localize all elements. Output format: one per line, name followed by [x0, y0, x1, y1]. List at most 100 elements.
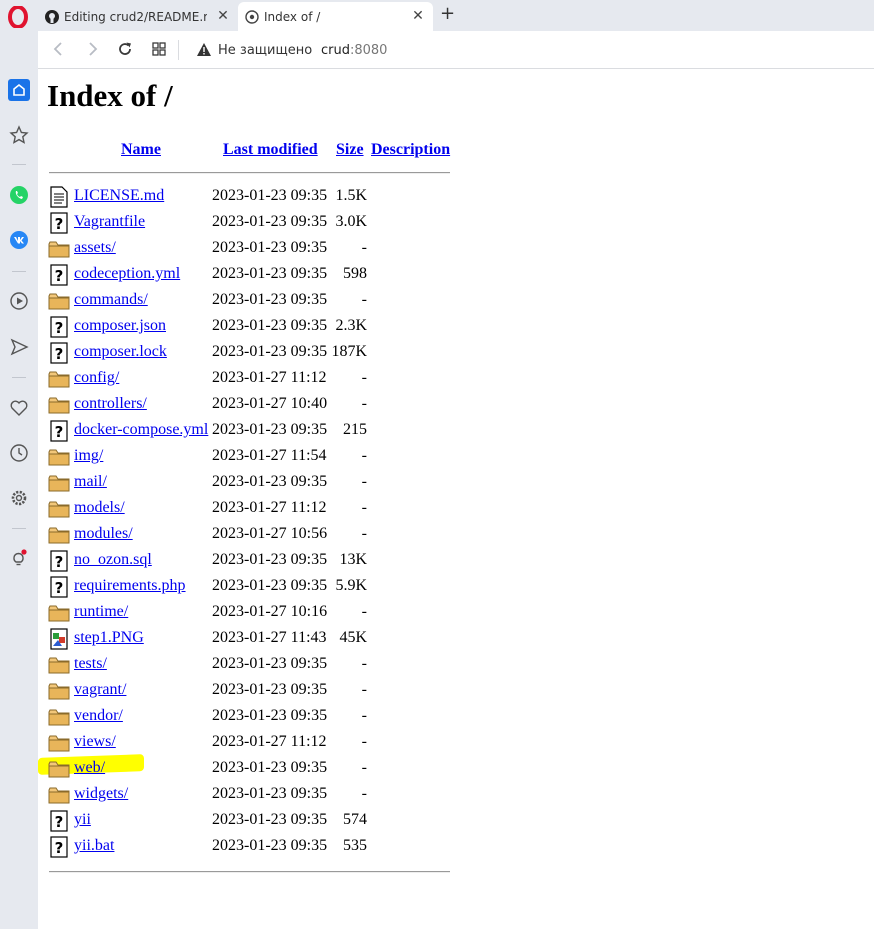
folder-icon [48, 498, 70, 520]
bookmarks-icon[interactable] [8, 124, 30, 146]
file-size: - [361, 707, 367, 724]
url-field[interactable]: crud:8080 [321, 43, 387, 58]
file-link[interactable]: yii [74, 811, 91, 829]
file-link[interactable]: no_ozon.sql [74, 551, 152, 569]
file-link[interactable]: step1.PNG [74, 629, 144, 647]
speed-dial-button[interactable] [150, 40, 168, 58]
file-link[interactable]: LICENSE.md [74, 187, 164, 205]
file-row: ? no_ozon.sql 2023-01-23 09:35 13K [48, 548, 468, 574]
lightbulb-icon[interactable] [8, 548, 30, 570]
file-row: step1.PNG 2023-01-27 11:43 45K [48, 626, 468, 652]
file-link[interactable]: models/ [74, 499, 125, 517]
file-row: ? composer.lock 2023-01-23 09:35 187K [48, 340, 468, 366]
new-tab-button[interactable]: + [440, 5, 458, 23]
file-modified: 2023-01-23 09:35 [212, 343, 328, 360]
url-port: :8080 [349, 43, 388, 58]
whatsapp-icon[interactable] [8, 184, 30, 206]
file-modified: 2023-01-23 09:35 [212, 421, 328, 438]
vk-icon[interactable] [8, 229, 30, 251]
warning-icon[interactable] [196, 42, 212, 57]
file-link[interactable]: views/ [74, 733, 116, 751]
sort-by-name-link[interactable]: Name [121, 141, 161, 159]
svg-text:?: ? [55, 319, 64, 337]
file-link[interactable]: widgets/ [74, 785, 128, 803]
file-size: - [361, 525, 367, 542]
tab-index-of[interactable]: Index of / ✕ [238, 2, 433, 31]
unknown-file-icon: ? [48, 316, 70, 338]
folder-icon [48, 524, 70, 546]
file-link[interactable]: composer.lock [74, 343, 167, 361]
tab-editing-readme[interactable]: Editing crud2/README.md ✕ [38, 2, 238, 31]
file-modified: 2023-01-27 11:54 [212, 447, 327, 464]
tab-label: Editing crud2/README.md [64, 9, 207, 24]
file-link[interactable]: img/ [74, 447, 103, 465]
file-modified: 2023-01-23 09:35 [212, 187, 328, 204]
unknown-file-icon: ? [48, 576, 70, 598]
file-link[interactable]: vendor/ [74, 707, 123, 725]
file-size: 3.0K [335, 213, 367, 230]
heart-icon[interactable] [8, 397, 30, 419]
sidebar-divider [12, 528, 26, 529]
file-link[interactable]: runtime/ [74, 603, 128, 621]
file-link[interactable]: docker-compose.yml [74, 421, 208, 439]
file-row: web/2023-01-23 09:35 - [38, 754, 468, 782]
page-content: Index of / Name Last modified Size Descr… [38, 70, 874, 929]
file-size: - [361, 785, 367, 802]
close-tab-icon[interactable]: ✕ [411, 9, 425, 23]
opera-logo-icon[interactable] [7, 5, 29, 29]
svg-text:?: ? [55, 267, 64, 285]
folder-icon [48, 680, 70, 702]
file-modified: 2023-01-23 09:35 [212, 265, 328, 282]
file-link[interactable]: controllers/ [74, 395, 147, 413]
file-link[interactable]: vagrant/ [74, 681, 126, 699]
file-size: 2.3K [335, 317, 367, 334]
file-row: ? yii 2023-01-23 09:35 574 [48, 808, 468, 834]
svg-text:?: ? [55, 553, 64, 571]
file-link[interactable]: mail/ [74, 473, 107, 491]
player-icon[interactable] [8, 290, 30, 312]
file-row: ? docker-compose.yml 2023-01-23 09:35 215 [48, 418, 468, 444]
file-modified: 2023-01-23 09:35 [212, 551, 328, 568]
forward-button[interactable] [83, 40, 101, 58]
file-link[interactable]: config/ [74, 369, 119, 387]
folder-icon [48, 290, 70, 312]
history-icon[interactable] [8, 442, 30, 464]
sidebar [0, 31, 38, 929]
file-modified: 2023-01-23 09:35 [212, 291, 328, 308]
svg-text:?: ? [55, 345, 64, 363]
home-icon[interactable] [8, 79, 30, 101]
reload-button[interactable] [116, 40, 134, 58]
file-link[interactable]: tests/ [74, 655, 107, 673]
file-row: controllers/2023-01-27 10:40 - [48, 392, 468, 418]
settings-icon[interactable] [8, 487, 30, 509]
file-link[interactable]: web/ [74, 759, 105, 777]
sort-by-size-link[interactable]: Size [336, 141, 364, 159]
file-size: - [361, 759, 367, 776]
file-size: - [361, 473, 367, 490]
sort-by-modified-link[interactable]: Last modified [223, 141, 318, 159]
globe-icon [245, 9, 259, 24]
file-link[interactable]: assets/ [74, 239, 116, 257]
folder-icon [48, 602, 70, 624]
file-size: 598 [343, 265, 367, 282]
security-status[interactable]: Не защищено [218, 43, 312, 58]
close-tab-icon[interactable]: ✕ [216, 9, 230, 23]
file-size: 535 [343, 837, 367, 854]
file-link[interactable]: modules/ [74, 525, 133, 543]
file-link[interactable]: Vagrantfile [74, 213, 145, 231]
send-icon[interactable] [8, 336, 30, 358]
file-link[interactable]: commands/ [74, 291, 148, 309]
back-button[interactable] [50, 40, 68, 58]
folder-icon [48, 706, 70, 728]
file-link[interactable]: requirements.php [74, 577, 186, 595]
file-size: 187K [331, 343, 367, 360]
folder-icon [48, 654, 70, 676]
file-link[interactable]: codeception.yml [74, 265, 180, 283]
svg-text:?: ? [55, 839, 64, 857]
sort-by-description-link[interactable]: Description [371, 141, 450, 159]
file-modified: 2023-01-23 09:35 [212, 473, 328, 490]
file-link[interactable]: composer.json [74, 317, 166, 335]
file-link[interactable]: yii.bat [74, 837, 114, 855]
file-modified: 2023-01-23 09:35 [212, 577, 328, 594]
file-modified: 2023-01-23 09:35 [212, 317, 328, 334]
